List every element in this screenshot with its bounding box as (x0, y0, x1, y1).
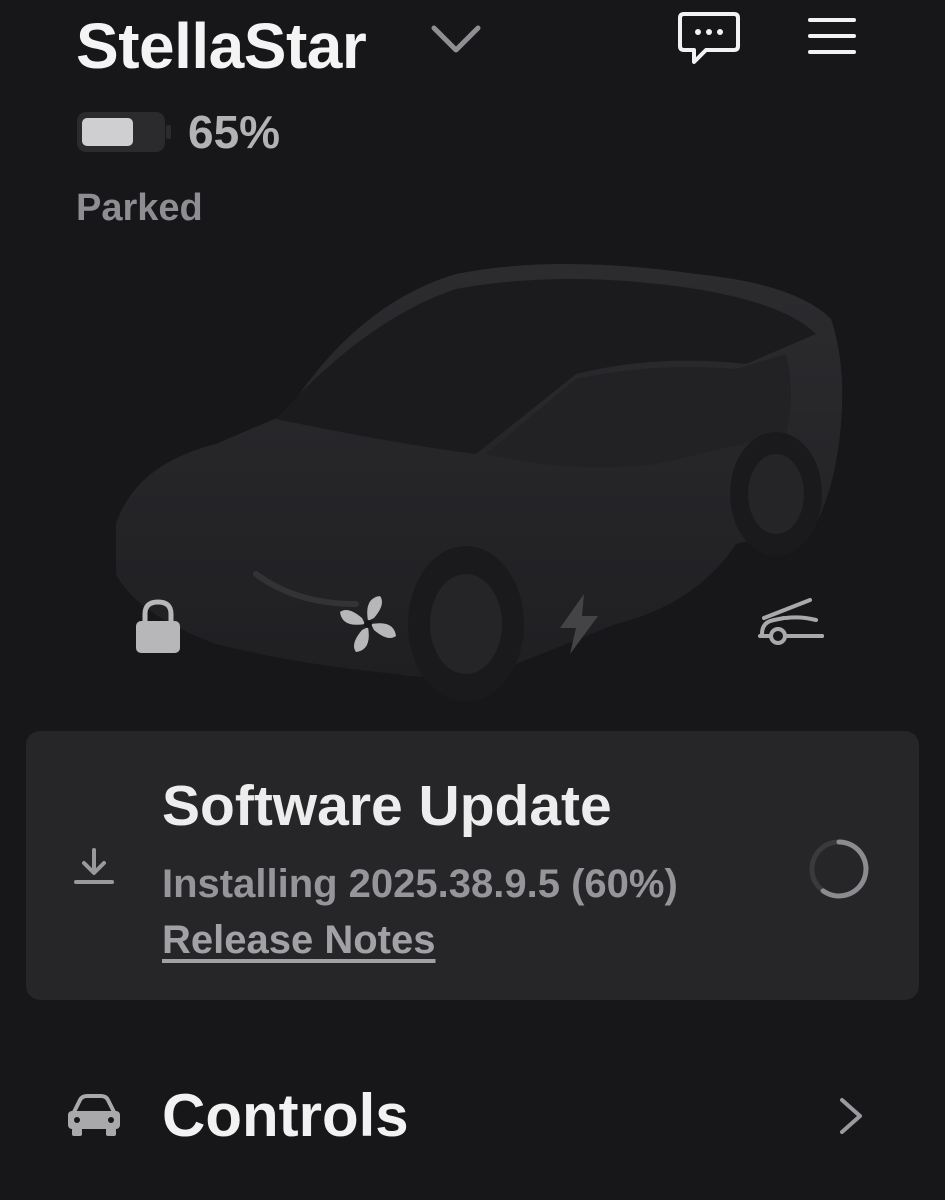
hamburger-menu-icon[interactable] (804, 14, 860, 58)
chevron-right-icon[interactable] (836, 1094, 866, 1138)
lock-icon[interactable] (130, 596, 186, 656)
vehicle-name[interactable]: StellaStar (76, 8, 367, 84)
software-update-title: Software Update (162, 774, 612, 838)
fan-icon[interactable] (334, 592, 402, 656)
battery-icon (77, 112, 171, 152)
update-status-text: Installing 2025.38.9.5 (60%) (162, 862, 678, 906)
lightning-bolt-icon[interactable] (554, 592, 604, 656)
release-notes-link[interactable]: Release Notes (162, 916, 435, 964)
frunk-open-icon[interactable] (754, 594, 828, 652)
download-icon (74, 848, 114, 884)
car-icon (68, 1094, 120, 1136)
chevron-down-icon[interactable] (428, 22, 484, 58)
chat-bubble-icon[interactable] (676, 10, 742, 68)
controls-label[interactable]: Controls (162, 1080, 409, 1152)
vehicle-image (116, 264, 843, 702)
vehicle-status: Parked (76, 187, 203, 229)
battery-percent: 65% (188, 106, 281, 158)
progress-spinner-icon (809, 839, 869, 899)
